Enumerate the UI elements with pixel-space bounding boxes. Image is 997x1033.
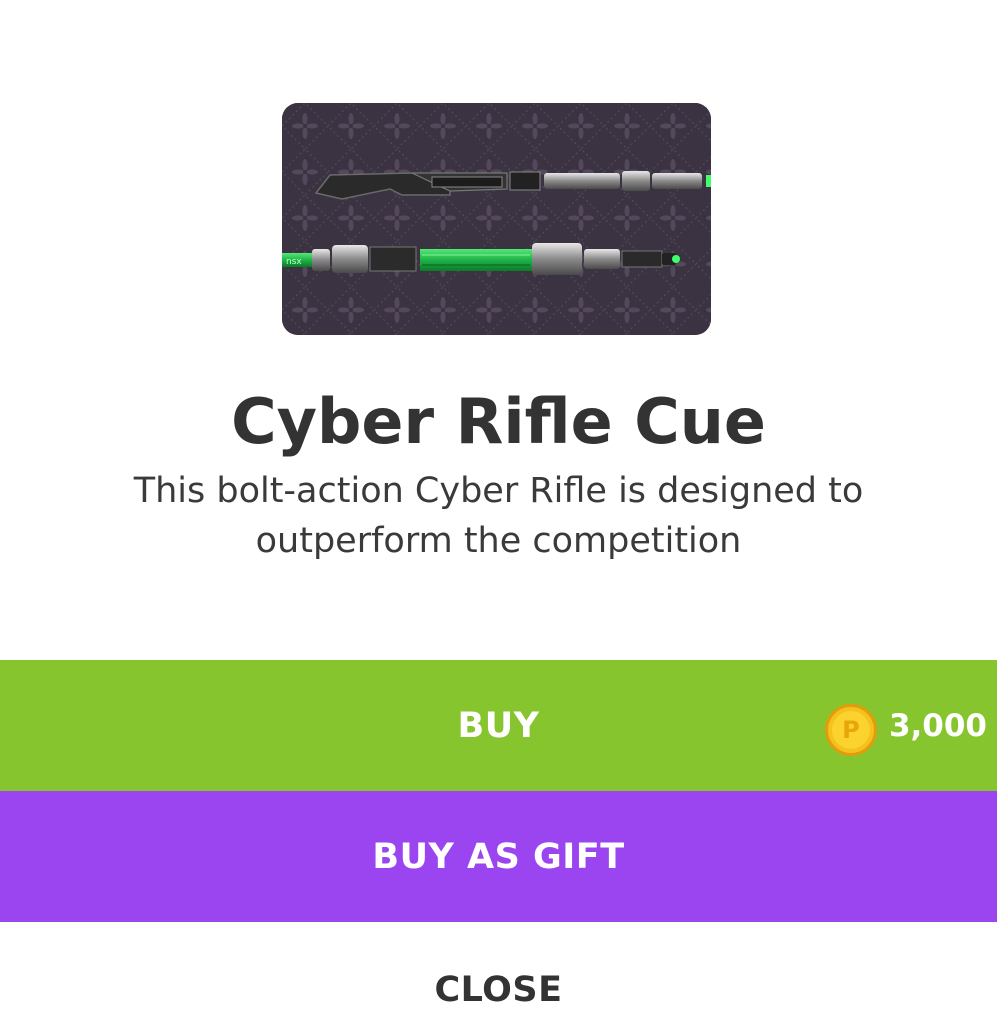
price-value: 3,000 bbox=[888, 708, 987, 744]
close-button[interactable]: CLOSE bbox=[0, 960, 997, 1020]
buy-button[interactable]: BUY P 3,000 bbox=[0, 660, 997, 791]
item-description: This bolt-action Cyber Rifle is designed… bbox=[133, 471, 864, 561]
item-title: Cyber Rifle Cue bbox=[231, 385, 766, 458]
svg-text:nsx: nsx bbox=[286, 257, 302, 267]
coin-icon: P bbox=[824, 704, 877, 756]
coin-glyph: P bbox=[831, 711, 870, 749]
cue-image: nsx bbox=[282, 103, 711, 335]
item-purchase-dialog: nsx Cyber Rifle Cue This bolt-action Cyb… bbox=[0, 0, 997, 1033]
price-tag: P 3,000 bbox=[824, 700, 987, 756]
buy-as-gift-label: BUY AS GIFT bbox=[372, 837, 625, 877]
buy-as-gift-button[interactable]: BUY AS GIFT bbox=[0, 791, 997, 922]
